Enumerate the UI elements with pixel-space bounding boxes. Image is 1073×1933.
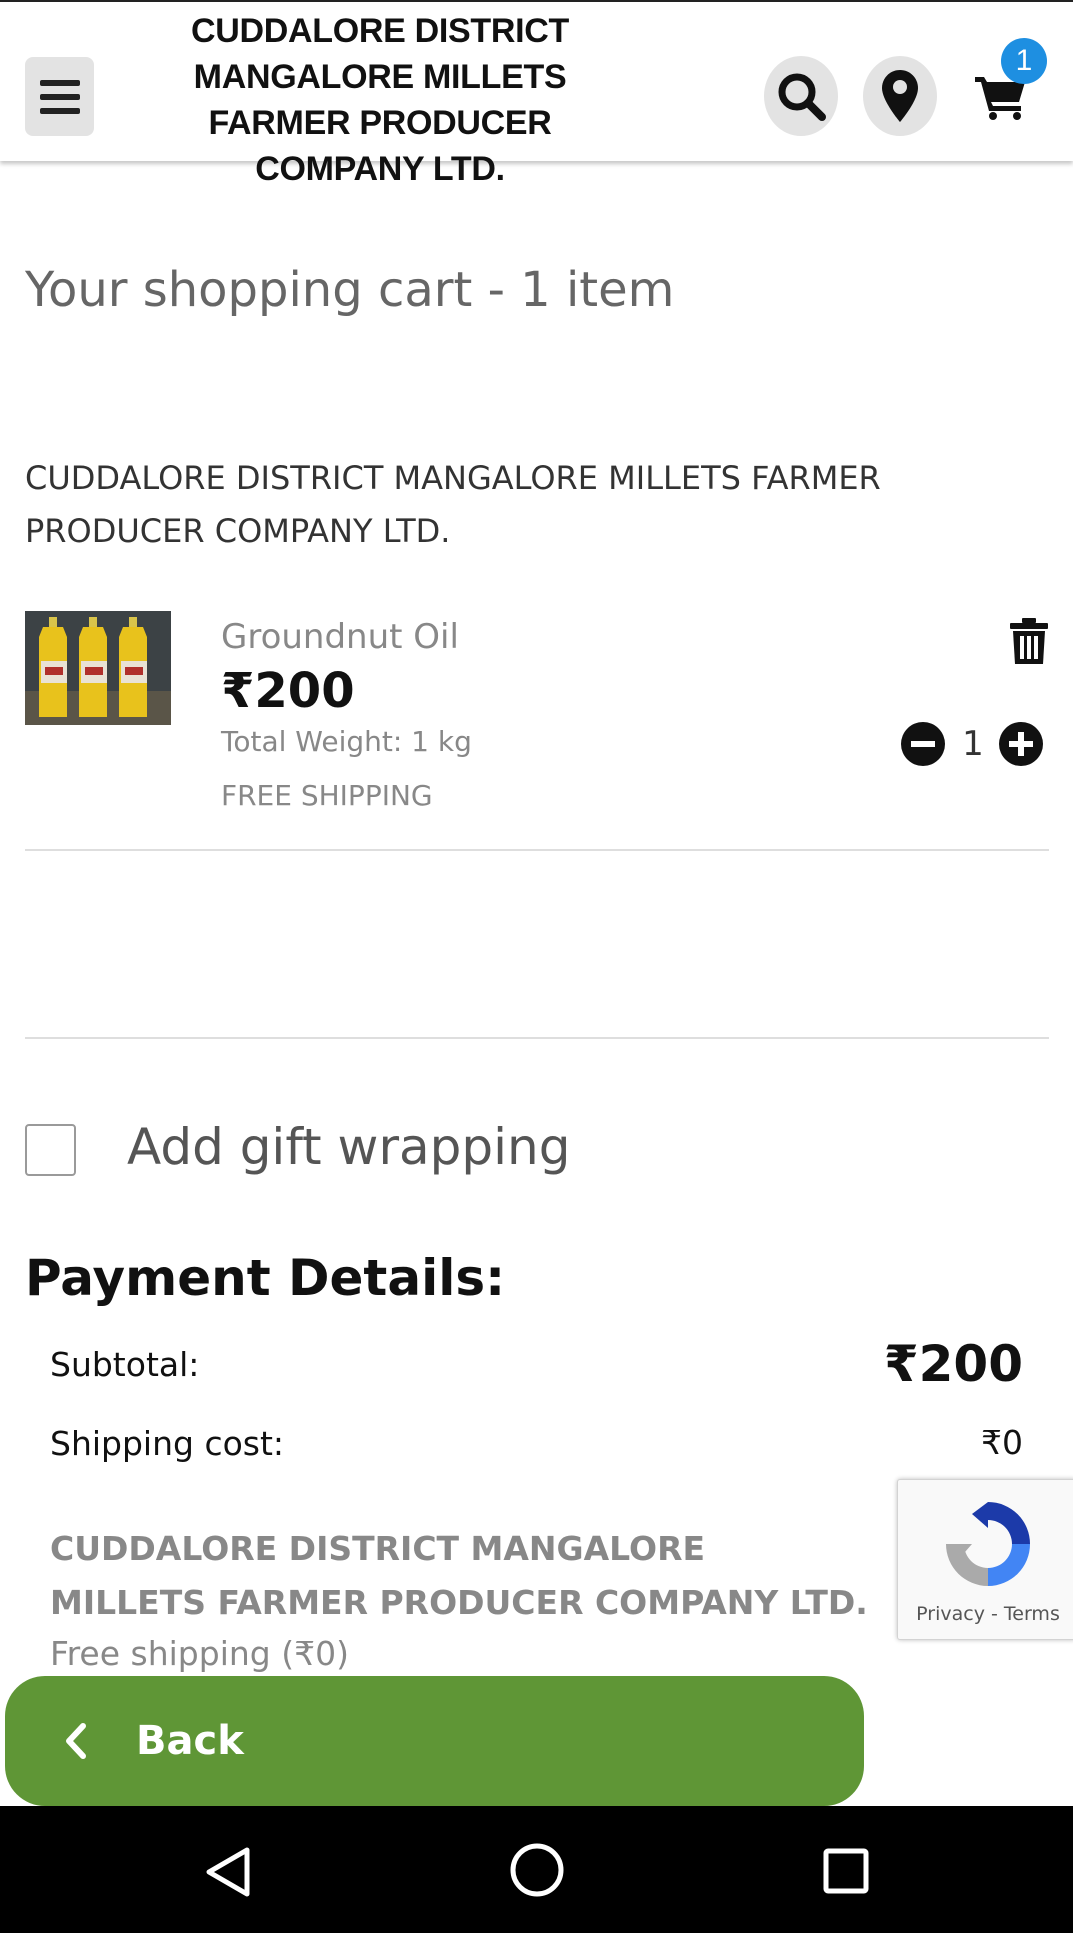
product-name[interactable]: Groundnut Oil: [221, 617, 459, 657]
back-label: Back: [136, 1718, 244, 1764]
shipping-cost-value: ₹0: [981, 1423, 1023, 1462]
system-navigation-bar: [0, 1806, 1073, 1933]
delete-item-icon[interactable]: [1008, 618, 1050, 664]
increase-quantity-icon[interactable]: [999, 722, 1043, 766]
chevron-left-icon: [66, 1723, 86, 1759]
cart-count-badge: 1: [1001, 38, 1047, 84]
recaptcha-icon: [946, 1502, 1030, 1586]
search-button[interactable]: [764, 56, 838, 136]
product-weight: Total Weight: 1 kg: [221, 725, 472, 758]
product-price: ₹200: [221, 663, 355, 719]
subtotal-value: ₹200: [883, 1335, 1023, 1393]
location-pin-icon: [882, 70, 918, 122]
payment-details-title: Payment Details:: [25, 1249, 506, 1307]
nav-back-icon[interactable]: [203, 1846, 255, 1898]
subtotal-label: Subtotal:: [50, 1345, 200, 1384]
divider: [25, 1037, 1049, 1039]
product-image[interactable]: [25, 611, 171, 725]
link-separator: -: [990, 1603, 998, 1625]
nav-recent-apps-icon[interactable]: [823, 1848, 869, 1894]
seller-name: CUDDALORE DISTRICT MANGALORE MILLETS FAR…: [25, 459, 881, 550]
gift-wrapping-label[interactable]: Add gift wrapping: [127, 1118, 570, 1176]
nav-home-icon[interactable]: [509, 1842, 565, 1898]
menu-button[interactable]: [25, 57, 94, 136]
divider: [25, 849, 1049, 851]
cart-title: Your shopping cart - 1 item: [25, 262, 675, 318]
quantity-value: 1: [962, 724, 984, 764]
shipping-seller-name: CUDDALORE DISTRICT MANGALORE MILLETS FAR…: [50, 1529, 868, 1622]
free-shipping-note: Free shipping (₹0): [50, 1634, 349, 1673]
search-icon: [778, 73, 826, 121]
decrease-quantity-icon[interactable]: [901, 722, 945, 766]
recaptcha-badge[interactable]: Privacy - Terms: [897, 1479, 1073, 1640]
recaptcha-links: Privacy - Terms: [898, 1603, 1073, 1625]
oil-bottles-image: [25, 611, 171, 725]
shipping-cost-label: Shipping cost:: [50, 1424, 285, 1463]
location-button[interactable]: [863, 56, 937, 136]
menu-icon: [39, 79, 80, 114]
terms-link[interactable]: Terms: [1004, 1603, 1060, 1625]
product-shipping: FREE SHIPPING: [221, 779, 433, 812]
store-brand-title[interactable]: CUDDALORE DISTRICT MANGALORE MILLETS FAR…: [165, 8, 595, 192]
privacy-link[interactable]: Privacy: [916, 1603, 985, 1625]
gift-wrapping-checkbox[interactable]: [25, 1124, 76, 1176]
app-header: CUDDALORE DISTRICT MANGALORE MILLETS FAR…: [0, 0, 1073, 188]
back-button[interactable]: Back: [5, 1676, 864, 1806]
